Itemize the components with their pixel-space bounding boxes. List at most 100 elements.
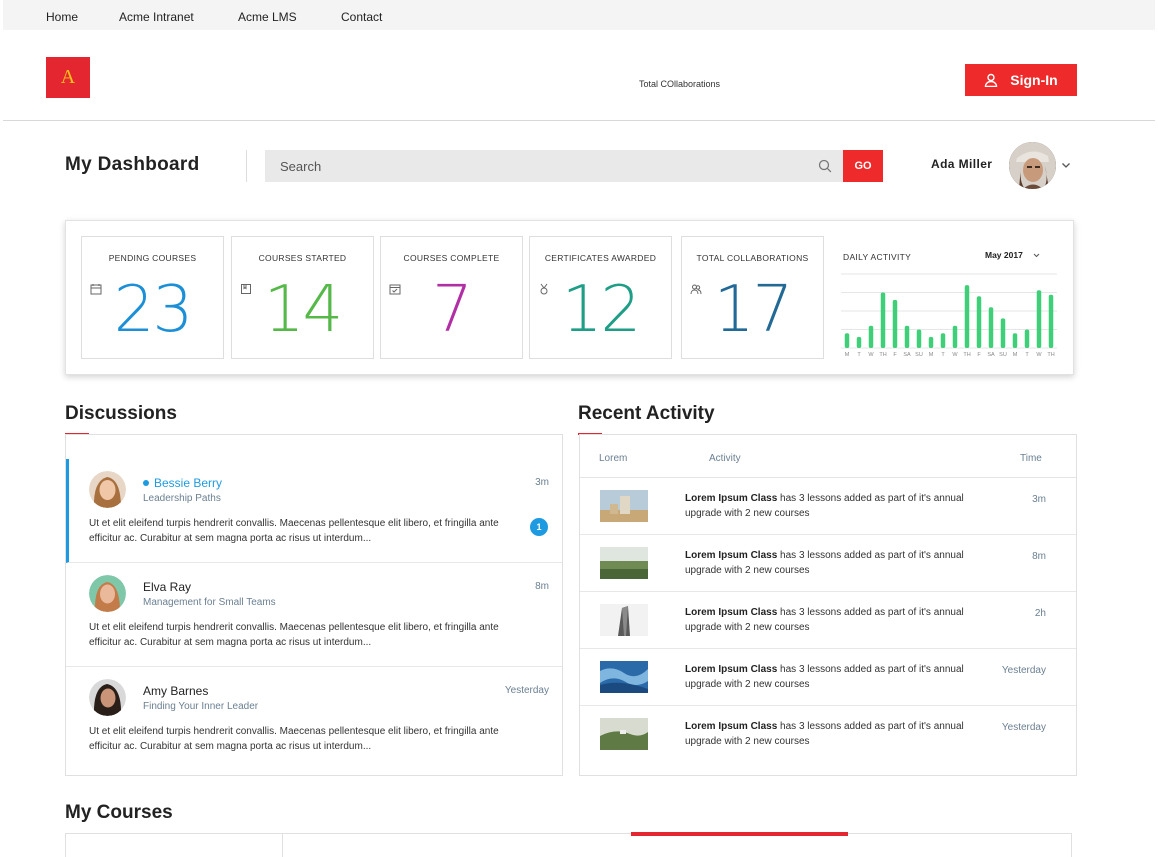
discussions-panel: Bessie Berry Leadership Paths 3m Ut et e… xyxy=(65,434,563,776)
class-name[interactable]: Lorem Ipsum Class xyxy=(685,721,777,732)
avatar[interactable] xyxy=(89,679,126,716)
activity-text: Lorem Ipsum Class has 3 lessons added as… xyxy=(685,662,975,692)
tick-label: T xyxy=(1025,352,1029,358)
tick-label: W xyxy=(868,352,874,358)
class-name[interactable]: Lorem Ipsum Class xyxy=(685,664,777,675)
discussion-text: Ut et elit eleifend turpis hendrerit con… xyxy=(89,726,499,752)
table-row[interactable]: Lorem Ipsum Class has 3 lessons added as… xyxy=(580,592,1076,649)
course-thumbnail xyxy=(600,490,648,522)
table-row[interactable]: Lorem Ipsum Class has 3 lessons added as… xyxy=(580,706,1076,763)
nav-home[interactable]: Home xyxy=(46,10,78,24)
nav-contact[interactable]: Contact xyxy=(341,10,382,24)
tick-label: M xyxy=(845,352,850,358)
search-input[interactable] xyxy=(265,150,843,182)
tick-label: SA xyxy=(987,352,995,358)
class-name[interactable]: Lorem Ipsum Class xyxy=(685,550,777,561)
activity-time: 2h xyxy=(1034,608,1046,619)
unread-badge[interactable]: 1 xyxy=(530,518,548,536)
stat-label: PENDING COURSES xyxy=(108,253,197,263)
recent-activity-panel: Lorem Activity Time Lorem Ipsum Class ha… xyxy=(579,434,1077,776)
page-title: My Dashboard xyxy=(65,154,200,175)
class-name[interactable]: Lorem Ipsum Class xyxy=(685,493,777,504)
activity-bar[interactable] xyxy=(856,336,862,348)
activity-bar[interactable] xyxy=(1048,294,1054,348)
tick-label: TH xyxy=(963,352,970,358)
online-dot xyxy=(143,480,149,486)
table-row[interactable]: Lorem Ipsum Class has 3 lessons added as… xyxy=(580,535,1076,592)
activity-bar[interactable] xyxy=(1036,290,1042,348)
nav-acme-intranet[interactable]: Acme Intranet xyxy=(119,10,194,24)
column-header[interactable]: Activity xyxy=(709,453,741,464)
stat-card-pending-courses[interactable]: PENDING COURSES 23 xyxy=(81,236,224,359)
nav-acme-lms[interactable]: Acme LMS xyxy=(238,10,297,24)
activity-text: Lorem Ipsum Class has 3 lessons added as… xyxy=(685,605,975,635)
courses-panel xyxy=(65,833,1072,857)
stat-label: COURSES COMPLETE xyxy=(403,253,500,263)
activity-bar[interactable] xyxy=(976,296,982,348)
discussion-author[interactable]: Amy Barnes xyxy=(143,684,208,698)
table-row[interactable]: Lorem Ipsum Class has 3 lessons added as… xyxy=(580,649,1076,706)
discussion-time: 3m xyxy=(535,477,549,488)
activity-bar[interactable] xyxy=(904,325,910,348)
activity-bars: M T W TH F SA SU M T W TH F SA SU M T W TH xyxy=(841,273,1057,358)
discussion-item[interactable]: Amy Barnes Finding Your Inner Leader Yes… xyxy=(66,667,562,771)
avatar[interactable] xyxy=(89,575,126,612)
stat-card-courses-started[interactable]: COURSES STARTED 14 xyxy=(231,236,374,359)
stat-card-courses-complete[interactable]: COURSES COMPLETE 7 xyxy=(380,236,523,359)
tick-label: T xyxy=(941,352,945,358)
tick-label: W xyxy=(1036,352,1042,358)
user-name[interactable]: Ada Miller xyxy=(931,157,992,171)
user-icon xyxy=(985,73,998,87)
discussion-course: Finding Your Inner Leader xyxy=(143,701,259,712)
chevron-down-icon[interactable] xyxy=(1033,253,1040,258)
activity-time: Yesterday xyxy=(1001,722,1046,733)
title-divider xyxy=(246,150,247,182)
activity-text: Lorem Ipsum Class has 3 lessons added as… xyxy=(685,548,975,578)
table-row[interactable]: Lorem Ipsum Class has 3 lessons added as… xyxy=(580,478,1076,535)
activity-bar[interactable] xyxy=(868,325,874,348)
activity-bar[interactable] xyxy=(952,325,958,348)
stat-card-certificates-awarded[interactable]: CERTIFICATES AWARDED 12 xyxy=(529,236,672,359)
go-button[interactable]: GO xyxy=(843,150,883,182)
tick-label: TH xyxy=(879,352,886,358)
discussion-author[interactable]: Elva Ray xyxy=(143,580,191,594)
search-icon[interactable] xyxy=(818,159,832,173)
chevron-down-icon[interactable] xyxy=(1061,161,1071,169)
month-selector[interactable]: May 2017 xyxy=(985,250,1023,260)
stat-value: 7 xyxy=(432,273,473,347)
activity-table-header: Lorem Activity Time xyxy=(580,435,1076,478)
discussion-item[interactable]: Bessie Berry Leadership Paths 3m Ut et e… xyxy=(66,459,562,563)
stat-value: 12 xyxy=(561,273,641,347)
course-thumbnail xyxy=(600,661,648,693)
stat-value: 23 xyxy=(113,273,193,347)
activity-bar[interactable] xyxy=(916,329,922,349)
discussion-author[interactable]: Bessie Berry xyxy=(143,476,222,490)
logo[interactable]: A xyxy=(46,57,90,98)
discussion-text: Ut et elit eleifend turpis hendrerit con… xyxy=(89,518,499,544)
avatar[interactable] xyxy=(1009,142,1056,189)
stat-label: CERTIFICATES AWARDED xyxy=(544,253,657,263)
activity-bar[interactable] xyxy=(892,299,898,348)
stat-card-total-collaborations[interactable]: TOTAL COLLABORATIONS 17 xyxy=(681,236,824,359)
sign-in-button[interactable]: Sign-In xyxy=(965,64,1077,96)
column-header[interactable]: Time xyxy=(1020,453,1042,464)
activity-bar[interactable] xyxy=(1024,329,1030,349)
class-name[interactable]: Lorem Ipsum Class xyxy=(685,607,777,618)
tick-label: TH xyxy=(1047,352,1054,358)
discussion-item[interactable]: Elva Ray Management for Small Teams 8m U… xyxy=(66,563,562,667)
activity-bar[interactable] xyxy=(1012,333,1018,348)
activity-bar[interactable] xyxy=(880,292,886,349)
stat-value: 17 xyxy=(713,273,793,347)
activity-bar[interactable] xyxy=(844,333,850,348)
column-header[interactable]: Lorem xyxy=(599,453,627,464)
activity-bar[interactable] xyxy=(964,285,970,348)
activity-time: 3m xyxy=(1032,494,1046,505)
activity-bar[interactable] xyxy=(940,333,946,348)
activity-bar[interactable] xyxy=(928,336,934,348)
avatar[interactable] xyxy=(89,471,126,508)
tick-label: W xyxy=(952,352,958,358)
course-thumbnail xyxy=(600,547,648,579)
activity-bar[interactable] xyxy=(988,307,994,348)
tick-label: F xyxy=(977,352,981,358)
activity-bar[interactable] xyxy=(1000,318,1006,348)
